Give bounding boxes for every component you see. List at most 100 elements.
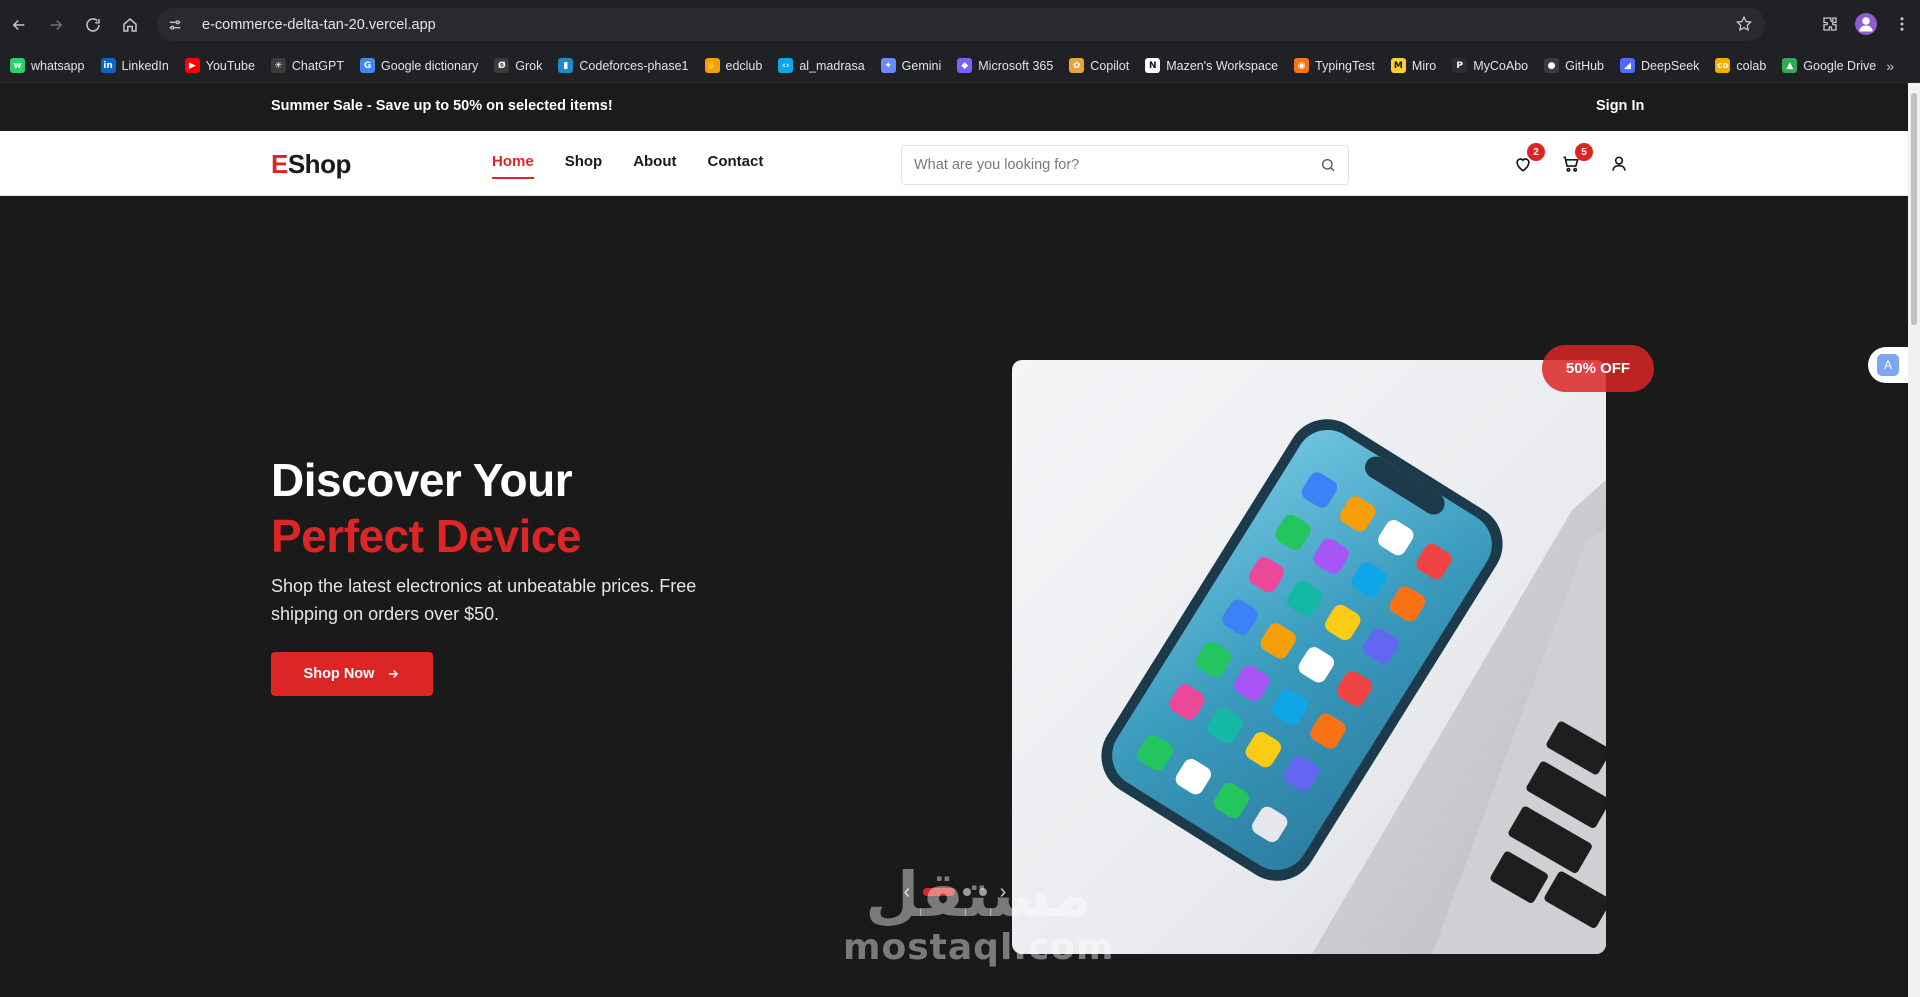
cart-count-badge: 5 — [1575, 143, 1593, 161]
bookmark-label: DeepSeek — [1641, 58, 1700, 73]
bookmark-label: Grok — [515, 58, 543, 73]
menu-button[interactable] — [1884, 6, 1920, 42]
bookmark-item[interactable]: N Mazen's Workspace — [1145, 58, 1278, 73]
bookmark-item[interactable]: w whatsapp — [10, 58, 85, 73]
arrow-right-icon — [50, 19, 63, 30]
bookmark-label: Microsoft 365 — [978, 58, 1054, 73]
search-icon[interactable] — [1320, 157, 1336, 173]
bookmark-item[interactable]: co colab — [1715, 58, 1766, 73]
hero-title-line2: Perfect Device — [271, 510, 582, 562]
profile-button[interactable] — [1848, 6, 1884, 42]
back-button[interactable] — [1, 7, 37, 43]
bookmark-favicon-icon: ● — [1544, 58, 1560, 73]
logo-accent: E — [271, 149, 288, 179]
arrow-right-icon — [389, 669, 399, 679]
bookmark-favicon-icon: ◆ — [957, 58, 973, 73]
bookmark-label: Google Drive — [1803, 58, 1877, 73]
kebab-menu-icon — [1900, 17, 1904, 31]
bookmark-item[interactable]: ✦ Gemini — [880, 58, 942, 73]
nav-contact[interactable]: Contact — [708, 153, 764, 179]
bookmark-favicon-icon: ✋ — [704, 58, 720, 73]
bookmark-item[interactable]: ✳ ChatGPT — [270, 58, 344, 73]
bookmark-label: LinkedIn — [121, 58, 169, 73]
user-icon[interactable] — [1609, 154, 1629, 174]
bookmark-label: MyCoAbo — [1473, 58, 1529, 73]
nav-home[interactable]: Home — [492, 153, 534, 179]
bookmark-item[interactable]: ✿ Copilot — [1069, 58, 1129, 73]
bookmark-item[interactable]: ▲ Google Drive — [1782, 58, 1876, 73]
bookmark-favicon-icon: Ø — [494, 58, 510, 73]
nav-about[interactable]: About — [633, 153, 676, 179]
bookmark-label: TypingTest — [1315, 58, 1375, 73]
hero-subtitle: Shop the latest electronics at unbeatabl… — [271, 576, 697, 624]
bookmark-item[interactable]: ◆ Microsoft 365 — [957, 58, 1053, 73]
bookmark-label: Codeforces-phase1 — [579, 58, 689, 73]
bookmark-item[interactable]: Ø Grok — [494, 58, 542, 73]
home-icon — [123, 17, 137, 32]
bookmark-label: al_madrasa — [799, 58, 865, 73]
translate-widget[interactable]: A — [1868, 347, 1908, 383]
sign-in-link[interactable]: Sign In — [1596, 98, 1644, 114]
watermark-latin: mostaql.com — [843, 927, 1115, 968]
bookmark-item[interactable]: in LinkedIn — [100, 58, 169, 73]
announcement-text: Summer Sale - Save up to 50% on selected… — [271, 98, 613, 114]
bookmark-label: Mazen's Workspace — [1166, 58, 1279, 73]
watermark-arabic: مستقل — [865, 858, 1093, 931]
bookmark-favicon-icon: w — [10, 58, 25, 73]
logo[interactable]: EShop — [271, 149, 351, 180]
bookmark-item[interactable]: ✋ edclub — [704, 58, 762, 73]
bookmark-favicon-icon: in — [100, 58, 116, 73]
bookmark-label: whatsapp — [31, 58, 85, 73]
address-bar[interactable]: e-commerce-delta-tan-20.vercel.app — [157, 8, 1765, 41]
bookmark-item[interactable]: ‹› al_madrasa — [778, 58, 865, 73]
shop-now-button[interactable]: Shop Now — [271, 652, 433, 696]
bookmark-item[interactable]: ● GitHub — [1544, 58, 1604, 73]
wishlist-count-badge: 2 — [1527, 143, 1545, 161]
logo-text: Shop — [287, 149, 352, 179]
bookmark-favicon-icon: G — [360, 58, 376, 73]
site-info-button[interactable] — [161, 11, 189, 39]
bookmark-item[interactable]: ▮ Codeforces-phase1 — [558, 58, 689, 73]
watermark: مستقل mostaql.com — [843, 858, 1115, 969]
bookmark-label: Google dictionary — [381, 58, 479, 73]
page-scrollbar[interactable] — [1908, 83, 1920, 997]
bookmark-favicon-icon: ▶ — [184, 58, 200, 73]
bookmarks-bar: w whatsapp in LinkedIn ▶ YouTube ✳ ChatGPT G Goog… — [0, 49, 1920, 83]
bookmark-item[interactable]: P MyCoAbo — [1452, 58, 1528, 73]
main-nav: Home Shop About Contact — [492, 153, 794, 179]
search-input[interactable] — [914, 157, 1304, 173]
bookmark-favicon-icon: ▮ — [558, 58, 574, 73]
search-box — [901, 145, 1349, 185]
bookmark-item[interactable]: M Miro — [1390, 58, 1437, 73]
bookmark-label: Gemini — [901, 58, 942, 73]
bookmark-item[interactable]: G Google dictionary — [360, 58, 478, 73]
bookmark-item[interactable]: ◉ TypingTest — [1294, 58, 1375, 73]
nav-shop[interactable]: Shop — [565, 153, 603, 179]
bookmark-favicon-icon: N — [1145, 58, 1161, 73]
arrow-left-icon — [12, 19, 25, 30]
forward-button[interactable] — [38, 7, 74, 43]
bookmark-label: Miro — [1411, 58, 1437, 73]
page-viewport: Summer Sale - Save up to 50% on selected… — [0, 83, 1920, 997]
site-header: EShop HomeShopAboutContact 2 5 — [0, 131, 1908, 196]
bookmark-label: colab — [1736, 58, 1767, 73]
browser-toolbar: e-commerce-delta-tan-20.vercel.app — [0, 0, 1920, 49]
extensions-button[interactable] — [1812, 6, 1848, 42]
user-icon — [1859, 17, 1873, 32]
bookmark-item[interactable]: ▶ YouTube — [184, 58, 255, 73]
reload-button[interactable] — [75, 7, 111, 43]
hero-title-line1: Discover Your — [271, 454, 573, 506]
scrollbar-thumb[interactable] — [1911, 93, 1917, 325]
bookmark-favicon-icon: ✳ — [270, 58, 286, 73]
bookmark-item[interactable]: ◢ DeepSeek — [1620, 58, 1699, 73]
bookmark-label: YouTube — [205, 58, 255, 73]
bookmarks-overflow-icon[interactable]: » — [1886, 58, 1894, 74]
star-icon[interactable] — [1735, 15, 1753, 33]
hero-title: Discover Your Perfect Device — [271, 452, 582, 564]
reload-icon — [86, 17, 100, 32]
home-button[interactable] — [112, 7, 148, 43]
bookmark-favicon-icon: ‹› — [778, 58, 794, 73]
translate-icon: A — [1877, 354, 1899, 376]
announcement-bar: Summer Sale - Save up to 50% on selected… — [0, 83, 1908, 131]
bookmark-favicon-icon: ◢ — [1620, 58, 1636, 73]
